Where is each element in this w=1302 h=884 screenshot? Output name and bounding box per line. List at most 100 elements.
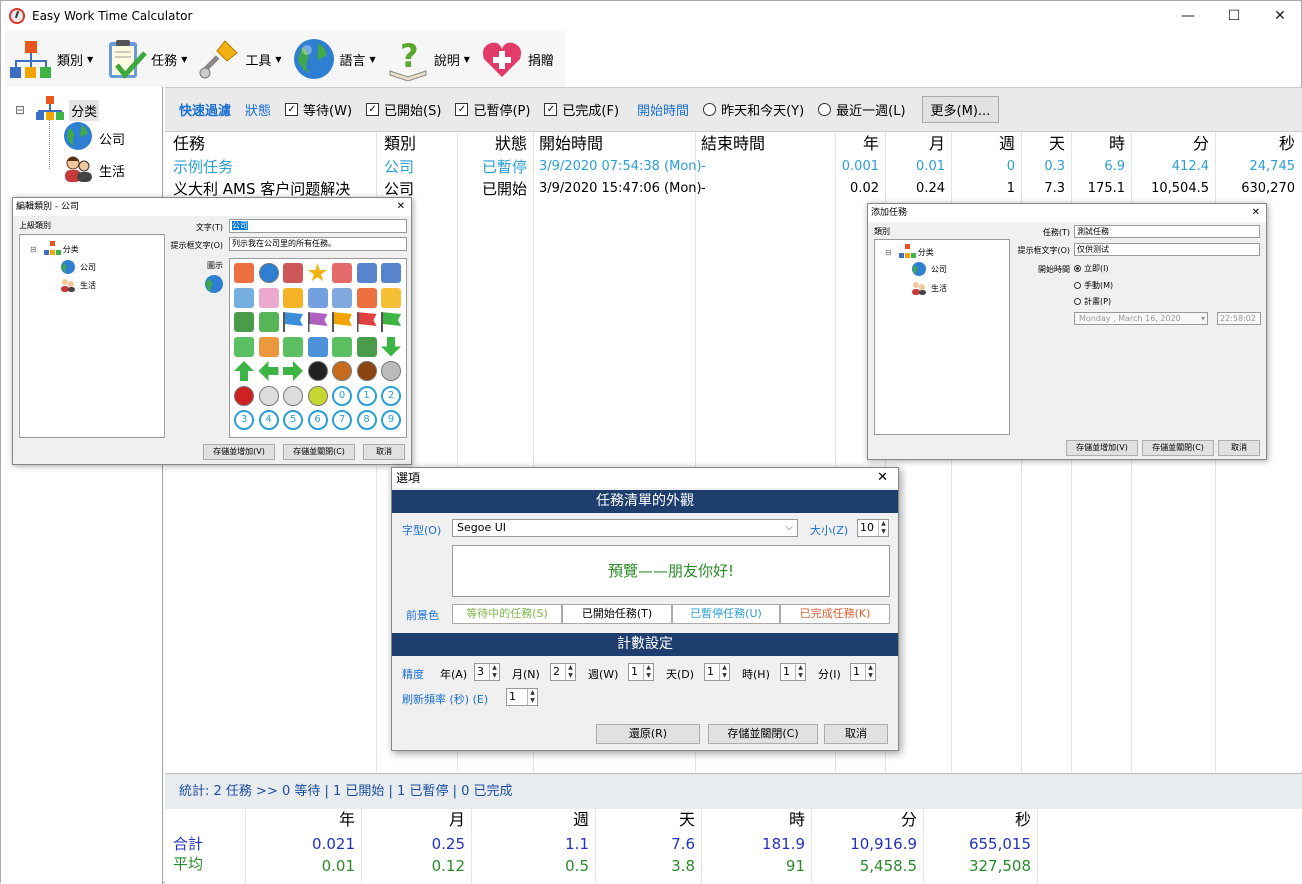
flag-blue-icon[interactable] — [283, 312, 303, 332]
num-4-icon[interactable]: 4 — [258, 410, 279, 430]
people-icon[interactable] — [283, 263, 303, 283]
tree-icon[interactable] — [356, 336, 377, 357]
start-manual-radio[interactable]: 手動(M) — [1074, 280, 1113, 291]
mail-icon[interactable] — [381, 287, 401, 308]
filter-waiting-checkbox[interactable]: ✓ 等待(W) — [285, 100, 352, 119]
parent-category-tree[interactable]: ⊟ 分类 公司 生活 — [19, 234, 165, 438]
tree-item-life[interactable]: 生活 — [63, 153, 125, 187]
waiting-color-button[interactable]: 等待中的任務(S) — [452, 604, 562, 624]
arrow-down-icon[interactable] — [381, 336, 401, 357]
toolbar-category-button[interactable]: 類別 ▼ — [5, 33, 99, 85]
save-and-add-button[interactable]: 存儲並增加(V) — [203, 444, 275, 460]
globe-icon[interactable] — [258, 263, 279, 283]
num-9-icon[interactable]: 9 — [381, 410, 401, 430]
arrow-right-icon[interactable] — [283, 361, 303, 381]
task-name-input[interactable]: 測試任務 — [1074, 225, 1260, 238]
close-icon[interactable]: ✕ — [1252, 204, 1260, 222]
close-icon[interactable]: ✕ — [877, 468, 888, 488]
finished-color-button[interactable]: 已完成任務(K) — [780, 604, 890, 624]
filter-last-week-radio[interactable]: 最近一週(L) — [818, 100, 906, 119]
arrow-left-icon[interactable] — [258, 361, 279, 381]
column-header-week[interactable]: 週 — [951, 132, 1021, 156]
chat-icon[interactable] — [283, 287, 303, 308]
restore-button[interactable]: 還原(R) — [596, 724, 700, 744]
tooltip-text-input[interactable]: 列示我在公司里的所有任務。 — [229, 237, 407, 251]
book-icon[interactable] — [234, 312, 254, 332]
tennis-icon[interactable] — [307, 385, 328, 406]
save-and-close-button[interactable]: 存儲並關閉(C) — [708, 724, 818, 744]
paused-color-button[interactable]: 已暫停任務(U) — [672, 604, 780, 624]
filter-started-checkbox[interactable]: ✓ 已開始(S) — [366, 100, 441, 119]
basketball-icon[interactable] — [332, 361, 352, 381]
num-0-icon[interactable]: 0 — [332, 385, 352, 406]
precision-year-spinner[interactable]: 3 ▲ ▼ — [474, 663, 500, 681]
start-now-radio[interactable]: 立即(I) — [1074, 263, 1109, 274]
category-icon[interactable] — [234, 263, 254, 283]
close-icon[interactable]: ✕ — [397, 198, 405, 216]
plane-icon[interactable] — [234, 287, 254, 308]
column-header-hour[interactable]: 時 — [1071, 132, 1131, 156]
num-1-icon[interactable]: 1 — [356, 385, 377, 406]
save-and-add-button[interactable]: 存儲並增加(V) — [1066, 440, 1138, 456]
arrow-up-icon[interactable] — [234, 361, 254, 381]
baseball-icon[interactable] — [258, 385, 279, 406]
tree-item-company[interactable]: 公司 — [60, 259, 96, 275]
cancel-button[interactable]: 取消 — [363, 444, 405, 460]
start-date-picker[interactable]: Monday , March 16, 2020 ▾ — [1074, 312, 1208, 325]
notepad-icon[interactable] — [332, 287, 352, 308]
tree-root[interactable]: ⊟ 分类 — [885, 244, 934, 260]
column-header-task[interactable]: 任務 — [167, 132, 211, 156]
flag-green-icon[interactable] — [381, 312, 401, 332]
save-and-close-button[interactable]: 存儲並關閉(C) — [1142, 440, 1214, 456]
soccer-icon[interactable] — [307, 361, 328, 381]
category-text-input[interactable]: 公司 — [229, 219, 407, 233]
maximize-button[interactable]: ☐ — [1211, 1, 1257, 31]
flag-purple-icon[interactable] — [307, 312, 328, 332]
column-header-status[interactable]: 狀態 — [457, 132, 533, 156]
started-color-button[interactable]: 已開始任務(T) — [562, 604, 672, 624]
precision-day-spinner[interactable]: 1 ▲ ▼ — [704, 663, 730, 681]
refresh-rate-spinner[interactable]: 1 ▲ ▼ — [506, 688, 538, 706]
toolbar-language-button[interactable]: 語言 ▼ — [288, 33, 382, 85]
precision-month-spinner[interactable]: 2 ▲ ▼ — [550, 663, 576, 681]
size-spinner[interactable]: 10 ▲ ▼ — [857, 519, 889, 537]
num-8-icon[interactable]: 8 — [356, 410, 377, 430]
num-2-icon[interactable]: 2 — [381, 385, 401, 406]
column-header-minute[interactable]: 分 — [1131, 132, 1215, 156]
chart-icon[interactable] — [258, 312, 279, 332]
column-header-end[interactable]: 結束時間 — [695, 132, 771, 156]
column-header-month[interactable]: 月 — [885, 132, 951, 156]
info-icon[interactable] — [332, 336, 352, 357]
tag-orange-icon[interactable] — [258, 336, 279, 357]
star-icon[interactable] — [307, 263, 328, 282]
column-header-second[interactable]: 秒 — [1215, 132, 1301, 156]
column-header-start[interactable]: 開始時間 — [533, 132, 609, 156]
font-select[interactable]: Segoe UI ⌵ — [452, 519, 798, 537]
more-filters-button[interactable]: 更多(M)... — [921, 96, 1000, 123]
num-3-icon[interactable]: 3 — [234, 410, 254, 430]
tree-item-company[interactable]: 公司 — [911, 261, 947, 277]
icon-picker-grid[interactable]: 012 3456789 — [229, 258, 407, 438]
clock-icon[interactable] — [356, 287, 377, 308]
num-5-icon[interactable]: 5 — [283, 410, 303, 430]
start-planned-radio[interactable]: 計畫(P) — [1074, 296, 1111, 307]
start-time-picker[interactable]: 22:58:02 — [1217, 312, 1261, 325]
filter-yesterday-radio[interactable]: 昨天和今天(Y) — [703, 100, 804, 119]
tree-item-life[interactable]: 生活 — [911, 280, 947, 296]
cancel-button[interactable]: 取消 — [1218, 440, 1260, 456]
column-header-category[interactable]: 類別 — [378, 132, 422, 156]
column-header-day[interactable]: 天 — [1021, 132, 1071, 156]
pig-icon[interactable] — [258, 287, 279, 308]
pingpong-icon[interactable] — [234, 385, 254, 406]
music-icon[interactable] — [283, 336, 303, 357]
phone-icon[interactable] — [381, 263, 401, 283]
toolbar-task-button[interactable]: 任務 ▼ — [99, 33, 193, 85]
golf-icon[interactable] — [283, 385, 303, 406]
cancel-button[interactable]: 取消 — [824, 724, 888, 744]
close-button[interactable]: ✕ — [1257, 1, 1302, 31]
check-icon[interactable] — [332, 263, 352, 283]
toolbar-tools-button[interactable]: 工具 ▼ — [193, 33, 287, 85]
football-icon[interactable] — [356, 361, 377, 381]
toolbar-donate-button[interactable]: 捐贈 — [476, 33, 560, 85]
ticket-icon[interactable] — [307, 336, 328, 357]
